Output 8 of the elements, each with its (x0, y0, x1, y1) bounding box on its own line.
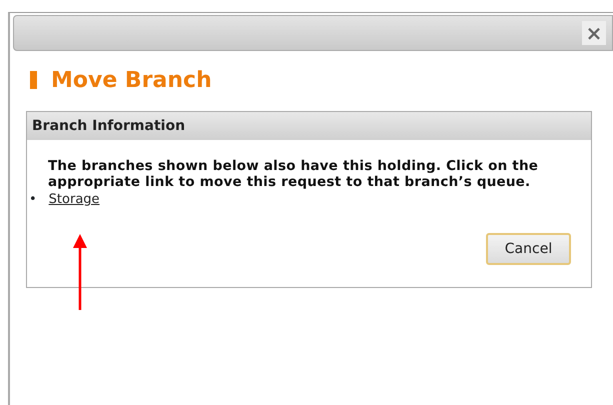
bullet: • (29, 191, 37, 210)
branch-link[interactable]: Storage (48, 190, 100, 210)
dialog-title: Move Branch (51, 66, 212, 94)
close-button[interactable]: × (582, 21, 606, 45)
panel-heading: Branch Information (27, 112, 591, 140)
cancel-button[interactable]: Cancel (486, 233, 571, 265)
title-marker-icon (30, 71, 37, 89)
message-text: The branches shown below also have this holding. Click on the appropriate link to move this request to that branch’s queue. (47, 159, 540, 190)
